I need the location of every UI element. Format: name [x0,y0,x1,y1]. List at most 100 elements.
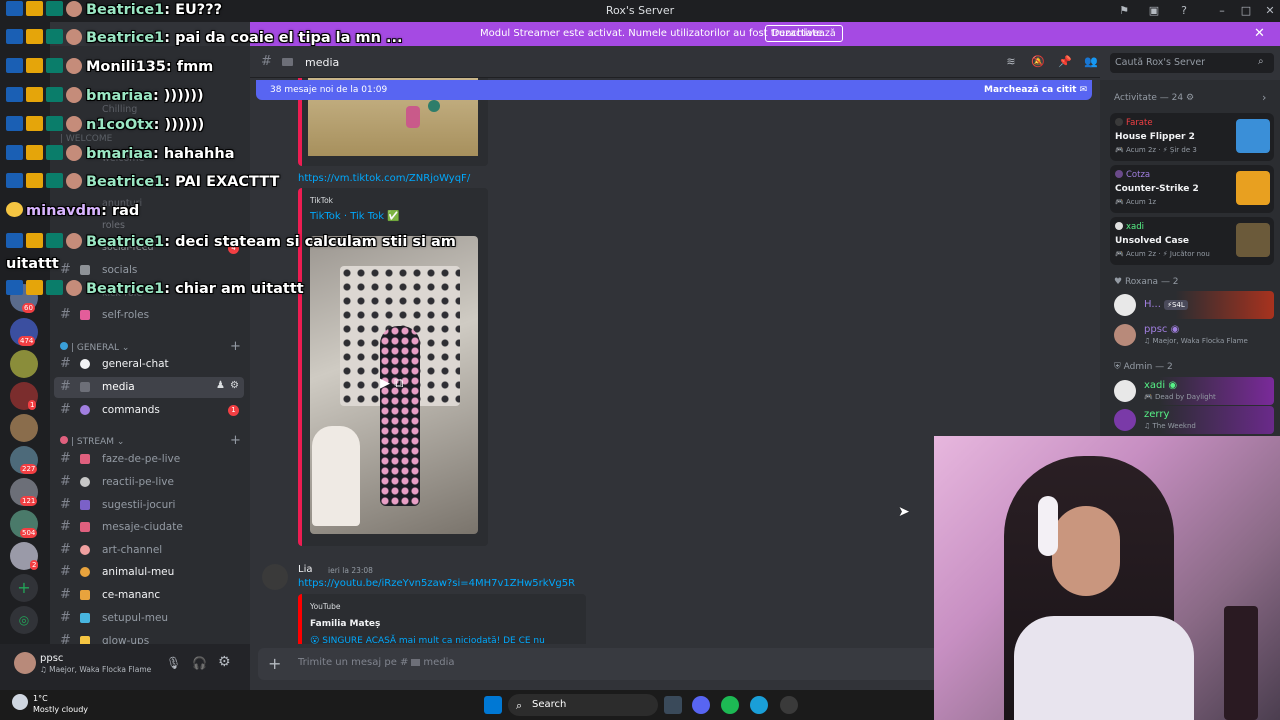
chat-message: Monili135: fmm [6,58,213,75]
channel-ce-mananc[interactable]: # ce-mananc [54,585,244,606]
activity-game: Counter-Strike 2 [1115,184,1199,194]
play-icon[interactable]: ▶ ⧉ [380,376,403,391]
member-list-icon[interactable]: 👥 [1084,55,1098,69]
avatar[interactable] [262,564,288,590]
discord-icon[interactable] [692,696,710,714]
chat-message: Beatrice1: PAI EXACTTT [6,173,279,190]
message-author[interactable]: Lia [298,564,312,575]
chat-message: minavdm: rad [6,202,139,219]
screen-icon[interactable]: ▣ [1146,4,1162,18]
headphones-icon [1038,496,1058,556]
film-icon [80,382,90,392]
channel-mesaje-ciudate[interactable]: # mesaje-ciudate [54,517,244,538]
category-stream[interactable]: | STREAM ⌄ + [60,433,241,448]
category-general[interactable]: | GENERAL ⌄ + [60,339,241,354]
close-window-icon[interactable]: ✕ [1262,4,1278,18]
activity-game: House Flipper 2 [1115,132,1195,142]
weather-icon[interactable] [12,694,28,710]
maximize-icon[interactable]: □ [1238,4,1254,18]
channel-setupul-meu[interactable]: # setupul-meu [54,608,244,629]
minimize-icon[interactable]: – [1214,4,1230,18]
taskbar-search[interactable]: ⌕ Search [508,694,658,716]
category-welcome[interactable]: | WELCOME [60,134,112,144]
speech-bubble-icon [80,359,90,369]
close-banner-icon[interactable]: ✕ [1254,26,1265,41]
chevron-right-icon[interactable]: › [1262,91,1266,104]
threads-icon[interactable]: ≋ [1004,55,1018,69]
member-status: 🎮 Dead by Daylight [1144,393,1216,401]
channel-faze-de-pe-live[interactable]: # faze-de-pe-live [54,449,244,470]
streamer-face [1052,506,1120,596]
channel-roles[interactable]: roles [102,220,125,231]
mark-as-read-button[interactable]: Marchează ca citit ✉ [984,85,1087,95]
spotify-icon[interactable] [721,696,739,714]
hash-icon: # [60,402,71,417]
settings-gear-icon[interactable]: ⚙ [230,380,239,391]
activity-game: Unsolved Case [1115,236,1190,246]
chat-message: Beatrice1: pai da coaie el tipa la mn ..… [6,29,402,46]
hash-icon: # [261,54,272,69]
message-link[interactable]: https://vm.tiktok.com/ZNRjoWyqF/ [298,173,470,184]
add-channel-icon[interactable]: + [230,433,241,448]
embed-video[interactable]: ▶ ⧉ [310,236,478,534]
disable-streamer-mode-button[interactable]: Dezactivează [765,25,843,42]
user-panel: ppsc ♫ Maejor, Waka Flocka Flame 🎙 🎧 ⚙ [0,644,250,690]
chat-message: n1coOtx: )))))) [6,116,204,133]
explore-servers-icon[interactable]: ◎ [10,606,38,634]
streamer-mode-banner: Modul Streamer este activat. Numele util… [250,22,1280,46]
user-settings-icon[interactable]: ⚙ [218,654,231,670]
member-row[interactable]: ppsc ◉ ♫ Maejor, Waka Flocka Flame [1110,321,1274,349]
server-icon[interactable] [10,350,38,378]
microphone-icon[interactable]: 🎙 [166,656,181,670]
file-explorer-icon[interactable] [664,696,682,714]
edge-icon[interactable] [750,696,768,714]
unread-badge: 1 [228,405,239,416]
server-icon[interactable] [10,414,38,442]
member-row[interactable]: xadi ◉ 🎮 Dead by Daylight [1110,377,1274,405]
member-row[interactable]: zerry ♫ The Weeknd [1110,406,1274,434]
embed-author[interactable]: Familia Mateș [310,619,380,629]
member-group-header: ⛨ Admin — 2 [1114,362,1173,372]
obs-icon[interactable] [780,696,798,714]
attach-icon[interactable]: + [268,654,281,673]
message-link[interactable]: https://youtu.be/iRzeYvn5zaw?si=4MH7v1ZH… [298,578,575,589]
channel-art-channel[interactable]: # art-channel [54,540,244,561]
embed-title[interactable]: 😮 SINGURE ACASĂ mai mult ca niciodată! D… [310,636,545,644]
new-messages-bar[interactable]: 38 mesaje noi de la 01:09 Marchează ca c… [256,80,1092,100]
activity-user: xadi [1126,222,1144,232]
activity-card[interactable]: Cotza Counter-Strike 2 🎮 Acum 1z [1110,165,1274,213]
avatar[interactable] [14,652,36,674]
channel-reactii-pe-live[interactable]: # reactii-pe-live [54,472,244,493]
hash-icon: # [60,307,71,322]
member-row[interactable]: H... ⚡S4L [1110,291,1274,319]
inbox-icon[interactable]: ⚑ [1116,4,1132,18]
avatar [1114,409,1136,431]
invite-icon[interactable]: ♟ [216,380,225,391]
start-icon[interactable] [484,696,502,714]
help-icon[interactable]: ? [1176,4,1192,18]
channel-glow-ups[interactable]: # glow-ups [54,631,244,644]
member-status: ♫ The Weeknd [1144,422,1196,430]
mouse-cursor-icon: ➤ [898,504,910,520]
server-search[interactable]: Caută Rox's Server ⌕ [1110,53,1274,73]
channel-commands[interactable]: # commands 1 [54,400,244,421]
add-channel-icon[interactable]: + [230,339,241,354]
weather-widget[interactable]: 1°C Mostly cloudy [33,693,88,715]
activity-header: Activitate — 24 ⚙ [1114,93,1195,103]
add-server-icon[interactable]: + [10,574,38,602]
embed-title[interactable]: TikTok · Tik Tok ✅ [310,211,400,222]
channel-animalul-meu[interactable]: # animalul-meu [54,562,244,583]
channel-self-roles[interactable]: # self-roles [54,305,244,326]
notifications-icon[interactable]: 🔕 [1031,55,1045,69]
activity-card[interactable]: xadi Unsolved Case 🎮 Acum 2z · ⚡ Jucător… [1110,217,1274,265]
headphones-icon[interactable]: 🎧 [192,656,207,670]
activity-card[interactable]: Farate House Flipper 2 🎮 Acum 2z · ⚡ Șir… [1110,113,1274,161]
chat-message: Beatrice1: chiar am uitattt [6,280,304,297]
pin-icon[interactable]: 📌 [1058,55,1072,69]
channel-sugestii-jocuri[interactable]: # sugestii-jocuri [54,495,244,516]
member-name: ppsc ◉ [1144,324,1180,335]
channel-general-chat[interactable]: # general-chat [54,354,244,375]
channel-media[interactable]: # media ♟ ⚙ [54,377,244,398]
message-input[interactable]: Trimite un mesaj pe # media [298,657,455,668]
search-input[interactable]: Caută Rox's Server [1115,57,1205,68]
